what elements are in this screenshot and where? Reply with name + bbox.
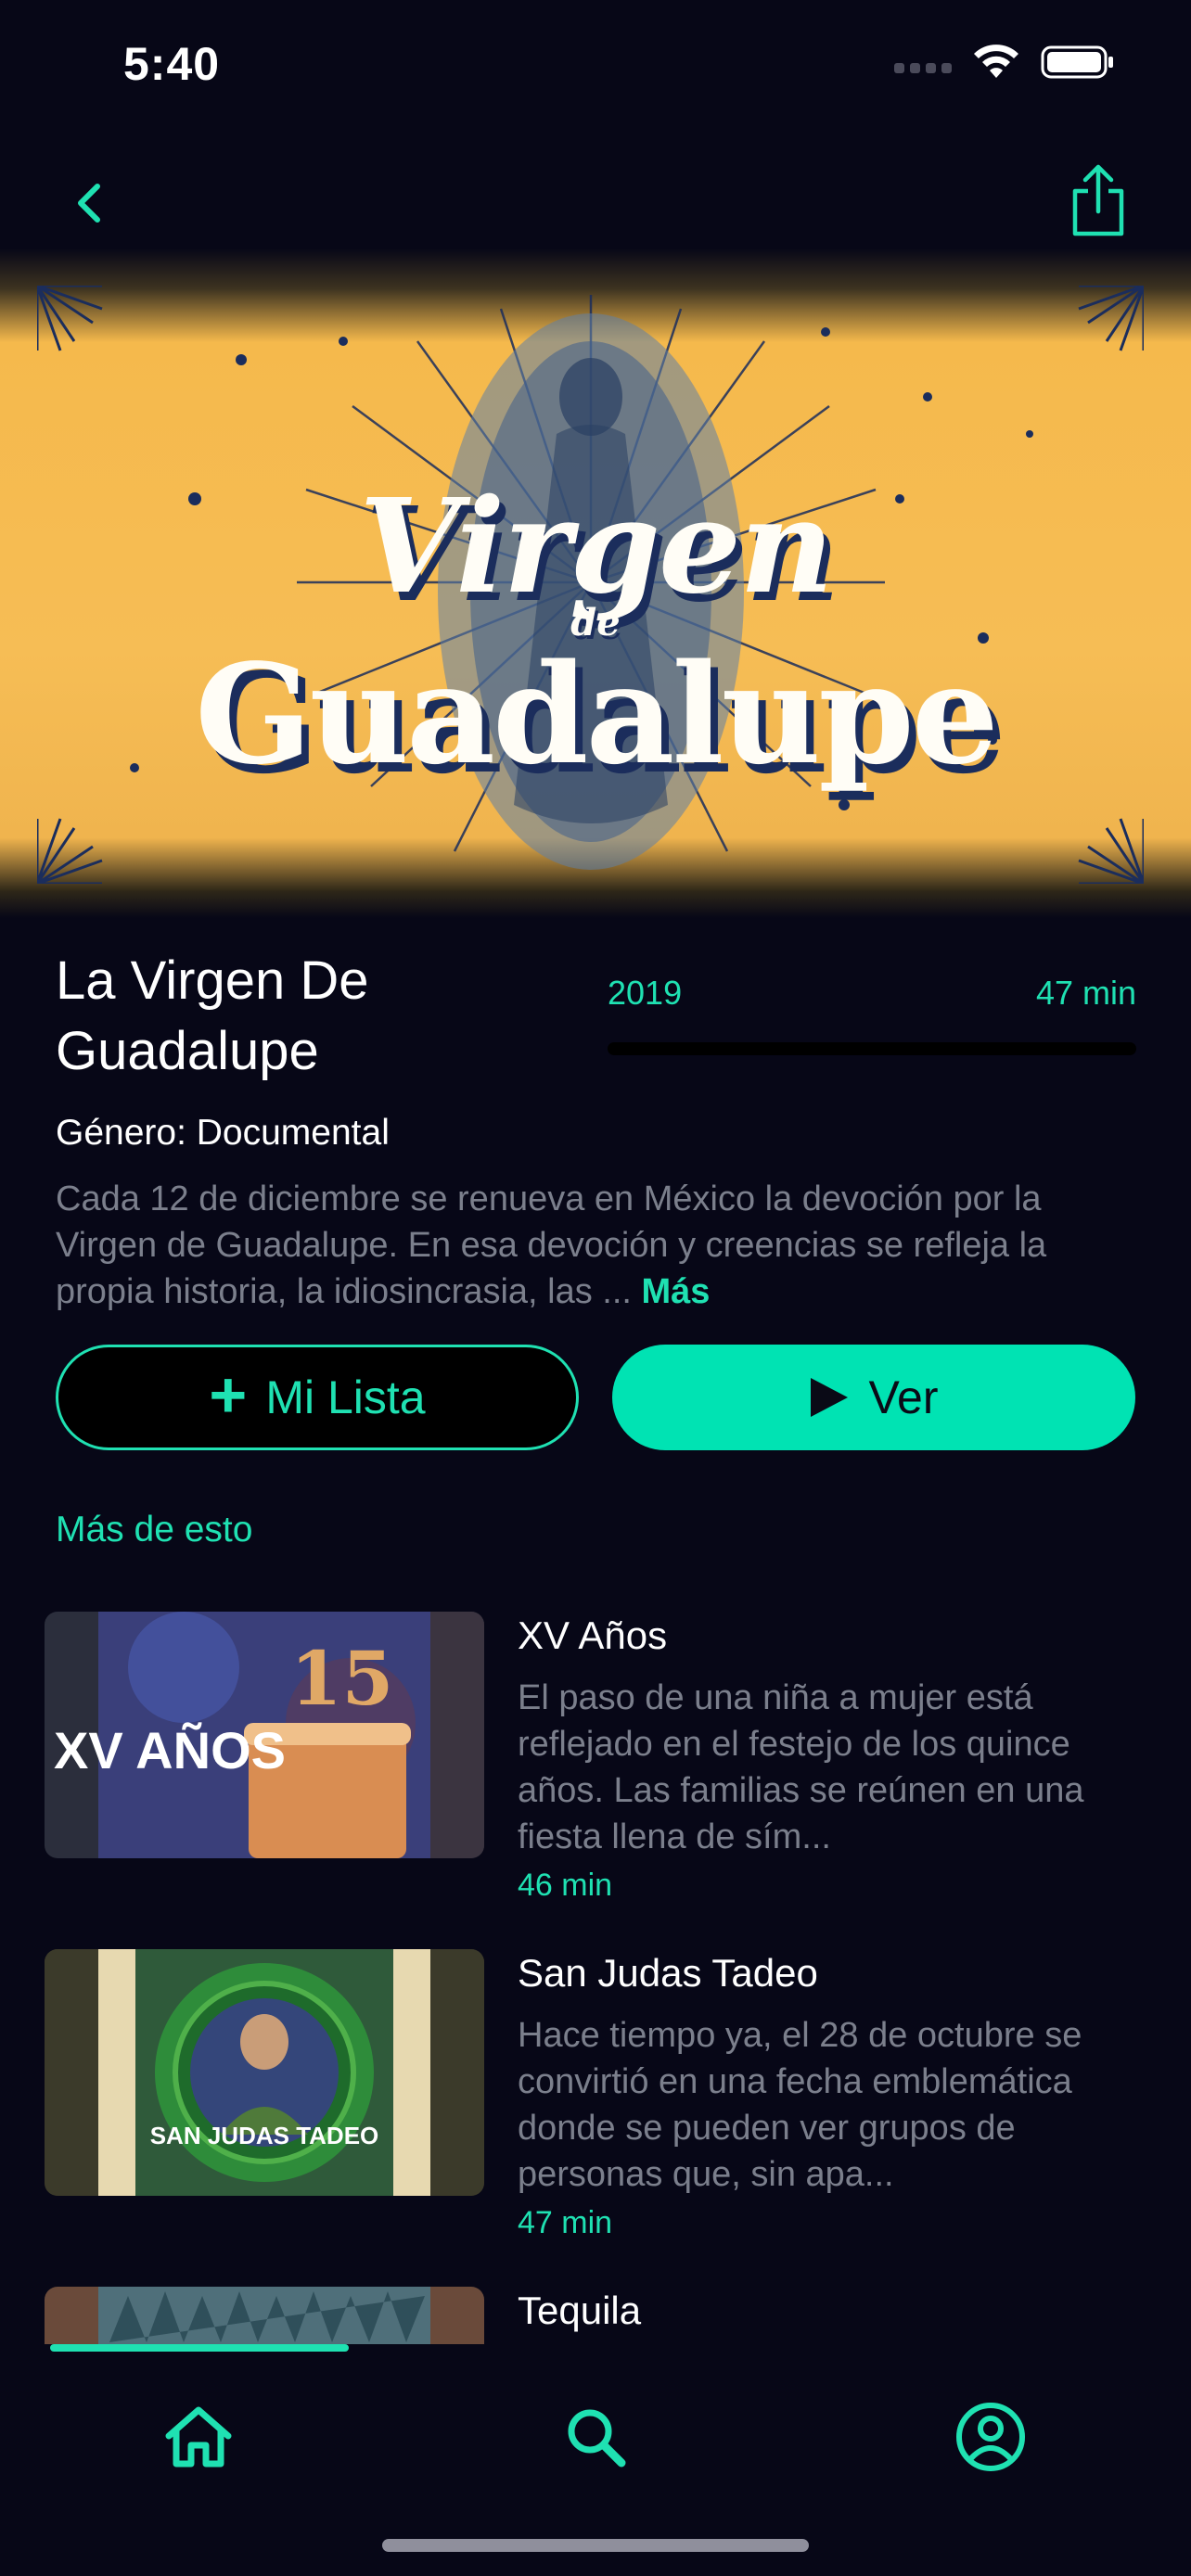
watch-progress-bar: [608, 1042, 1136, 1055]
thumbnail-text-xv-anos: XV AÑOS: [54, 1721, 286, 1779]
genre-label: Género:: [56, 1113, 186, 1153]
active-tab-indicator: [50, 2344, 349, 2352]
related-section-title: Más de esto: [56, 1510, 253, 1549]
add-to-list-label: Mi Lista: [265, 1371, 426, 1423]
add-to-list-button[interactable]: + Mi Lista: [56, 1345, 579, 1450]
item-duration: 47 min: [518, 2205, 613, 2240]
thumbnail-tequila: [45, 2287, 484, 2344]
play-icon: [811, 1378, 849, 1417]
item-title: San Judas Tadeo: [518, 1951, 818, 1995]
item-description: El paso de una niña a mujer está refleja…: [518, 1678, 1084, 1856]
top-nav: [0, 148, 1191, 260]
meta-info: 2019 47 min: [608, 974, 1136, 1055]
list-item-tequila[interactable]: Tequila: [45, 2287, 1148, 2344]
search-icon: [568, 2409, 626, 2468]
tab-profile[interactable]: [935, 2381, 1046, 2493]
runtime: 47 min: [1035, 974, 1136, 1012]
release-year: 2019: [608, 974, 683, 1012]
share-button[interactable]: [1052, 154, 1145, 247]
item-duration: 46 min: [518, 1868, 613, 1903]
home-indicator: [382, 2539, 809, 2552]
status-icons: [894, 45, 1115, 80]
more-link[interactable]: Más: [642, 1272, 711, 1311]
hero-title-guadalupe: Guadalupe: [195, 633, 999, 795]
thumbnail-xv-anos: 15 XV AÑOS: [45, 1612, 484, 1858]
item-title: XV Años: [518, 1613, 668, 1657]
genre-value: Documental: [196, 1113, 390, 1153]
wifi-icon: [974, 45, 1018, 78]
list-item-san-judas-tadeo[interactable]: SAN JUDAS TADEO San Judas Tadeo Hace tie…: [45, 1949, 1148, 2240]
svg-text:15: 15: [290, 1635, 393, 1722]
tab-home[interactable]: [143, 2381, 254, 2493]
share-icon: [1072, 164, 1124, 236]
play-button[interactable]: Ver: [612, 1345, 1135, 1450]
thumbnail-san-judas-tadeo: SAN JUDAS TADEO: [45, 1949, 484, 2196]
page-title: La Virgen De Guadalupe: [56, 950, 369, 1081]
thumbnail-text-san-judas-tadeo: SAN JUDAS TADEO: [149, 2122, 379, 2149]
back-button[interactable]: [48, 161, 132, 245]
status-time: 5:40: [123, 38, 221, 90]
item-description: Hace tiempo ya, el 28 de octubre se conv…: [518, 2016, 1082, 2194]
plus-icon: +: [209, 1358, 248, 1431]
play-label: Ver: [868, 1371, 939, 1423]
cellular-signal-icon: [894, 47, 952, 77]
description-text: Cada 12 de diciembre se renueva en Méxic…: [56, 1180, 1047, 1311]
description: Cada 12 de diciembre se renueva en Méxic…: [56, 1176, 1141, 1315]
profile-icon: [956, 2403, 1025, 2471]
genre: Género: Documental: [56, 1113, 390, 1154]
tab-search[interactable]: [540, 2381, 651, 2493]
hero-image: Virgen de Guadalupe: [0, 249, 1191, 918]
item-title: Tequila: [518, 2289, 642, 2332]
home-icon: [165, 2406, 232, 2468]
battery-icon: [1041, 45, 1113, 79]
status-bar: 5:40: [0, 0, 1191, 139]
list-item-xv-anos[interactable]: 15 XV AÑOS XV Años El paso de una niña a…: [45, 1612, 1148, 1903]
chevron-left-icon: [78, 184, 100, 223]
